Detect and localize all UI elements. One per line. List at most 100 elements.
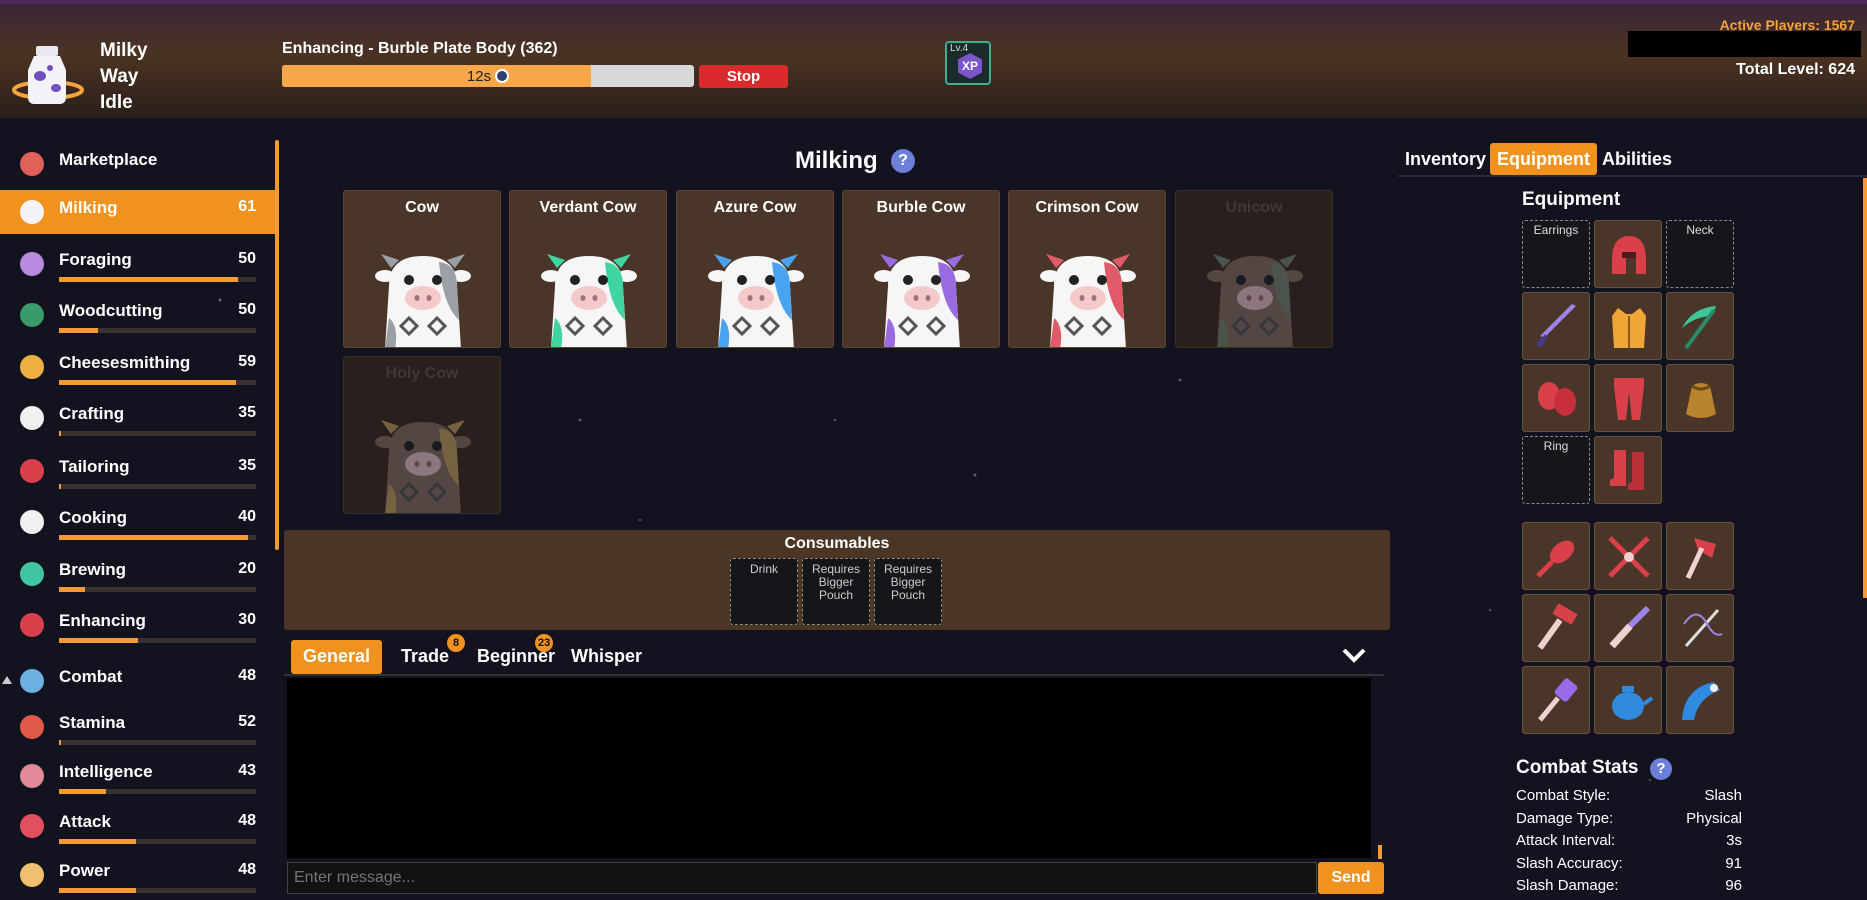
collapse-triangle-icon[interactable]	[2, 676, 12, 684]
tab-whisper[interactable]: Whisper	[559, 640, 654, 674]
xp-boost-badge[interactable]: Lv.4 XP	[945, 41, 991, 85]
help-icon[interactable]: ?	[1650, 758, 1672, 780]
cow-icon	[708, 254, 804, 347]
sidebar-item-enhancing[interactable]: Enhancing 30	[0, 603, 275, 647]
ring-slot[interactable]: Ring	[1522, 436, 1590, 504]
sidebar-scrollbar[interactable]	[275, 140, 279, 550]
send-button[interactable]: Send	[1318, 862, 1384, 894]
tab-equipment[interactable]: Equipment	[1490, 143, 1597, 175]
sidebar-item-label: Stamina	[59, 713, 126, 732]
crafting-tool-slot[interactable]	[1594, 594, 1662, 662]
sidebar-item-milking[interactable]: Milking 61	[0, 190, 275, 234]
tab-trade[interactable]: Trade 8	[389, 634, 465, 674]
tab-general[interactable]: General	[291, 640, 383, 674]
sidebar-item-label: Power	[59, 861, 111, 880]
foraging-tool-slot[interactable]	[1594, 522, 1662, 590]
locked-slot[interactable]: Requires Bigger Pouch	[802, 558, 870, 625]
right-panel-tabs: Inventory Equipment Abilities	[1398, 143, 1867, 177]
sidebar-item-label: Tailoring	[59, 457, 130, 476]
cooking-tool-slot[interactable]	[1522, 666, 1590, 734]
slot-label: Ring	[1543, 439, 1569, 453]
woodcutting-tool-slot[interactable]	[1666, 522, 1734, 590]
app-name: Milky Way Idle	[100, 40, 148, 113]
cow-card-azure-cow[interactable]: Azure Cow	[676, 190, 834, 348]
cow-name: Crimson Cow	[1035, 199, 1139, 216]
cow-name: Verdant Cow	[539, 199, 637, 216]
cow-card-verdant-cow[interactable]: Verdant Cow	[509, 190, 667, 348]
sidebar-item-intelligence[interactable]: Intelligence 43	[0, 754, 275, 798]
chat-message-input[interactable]	[287, 862, 1317, 894]
right-panel-scrollbar[interactable]	[1863, 178, 1867, 598]
head-slot[interactable]	[1594, 220, 1662, 288]
sidebar-item-stamina[interactable]: Stamina 52	[0, 705, 275, 749]
action-progress-label: 12s	[282, 68, 694, 85]
pouch-icon	[1686, 383, 1716, 418]
milk-bottle-logo-icon	[12, 46, 84, 104]
purple-chisel-icon	[1609, 605, 1651, 649]
off-hand-slot[interactable]	[1666, 292, 1734, 360]
xp-hexagon-icon: XP	[958, 53, 982, 79]
tailoring-tool-slot[interactable]	[1666, 594, 1734, 662]
tab-inventory[interactable]: Inventory	[1398, 143, 1493, 175]
total-level: Total Level: 624	[1736, 61, 1855, 78]
cow-card-holy-cow[interactable]: Holy Cow	[343, 356, 501, 514]
sidebar-item-tailoring[interactable]: Tailoring 35	[0, 449, 275, 493]
sidebar-item-combat[interactable]: Combat 48	[0, 659, 275, 703]
body-slot[interactable]	[1594, 292, 1662, 360]
crossed-swords-icon	[16, 665, 48, 697]
tab-abilities[interactable]: Abilities	[1595, 143, 1679, 175]
sidebar-item-power[interactable]: Power 48	[0, 853, 275, 897]
current-action-title: Enhancing - Burble Plate Body (362)	[282, 40, 558, 57]
red-plate-legs-icon	[1614, 378, 1644, 420]
skill-xp-bar	[59, 328, 256, 333]
sidebar-item-cooking[interactable]: Cooking 40	[0, 500, 275, 544]
cow-card-crimson-cow[interactable]: Crimson Cow	[1008, 190, 1166, 348]
brewing-tool-slot[interactable]	[1594, 666, 1662, 734]
sidebar-item-crafting[interactable]: Crafting 35	[0, 396, 275, 440]
red-brush-icon	[1536, 540, 1575, 578]
action-progress-bar: 12s	[282, 65, 694, 87]
cow-icon	[874, 254, 970, 347]
skill-xp-fill	[59, 431, 61, 436]
milking-tool-slot[interactable]	[1522, 522, 1590, 590]
sidebar-item-attack[interactable]: Attack 48	[0, 804, 275, 848]
sidebar-item-foraging[interactable]: Foraging 50	[0, 242, 275, 286]
main-hand-slot[interactable]	[1522, 292, 1590, 360]
hands-slot[interactable]	[1522, 364, 1590, 432]
sidebar-item-brewing[interactable]: Brewing 20	[0, 552, 275, 596]
tab-beginner[interactable]: Beginner 23	[465, 634, 567, 674]
chat-messages-area[interactable]	[287, 678, 1371, 858]
feet-slot[interactable]	[1594, 436, 1662, 504]
drink-slot[interactable]: Drink	[730, 558, 798, 625]
sidebar-item-cheesesmithing[interactable]: Cheesesmithing 59	[0, 345, 275, 389]
chevron-down-icon[interactable]	[1341, 645, 1367, 665]
red-shears-icon	[1608, 536, 1650, 578]
cow-icon	[541, 254, 637, 347]
cow-card-cow[interactable]: Cow	[343, 190, 501, 348]
earrings-slot[interactable]: Earrings	[1522, 220, 1590, 288]
chat-scrollbar[interactable]	[1378, 845, 1382, 859]
tree-icon	[16, 299, 48, 331]
sidebar-item-label: Combat	[59, 667, 123, 686]
skill-xp-bar	[59, 277, 256, 282]
sidebar-item-label: Milking	[59, 198, 118, 217]
skill-xp-fill	[59, 638, 138, 643]
pouch-slot[interactable]	[1666, 364, 1734, 432]
sidebar-item-marketplace[interactable]: Marketplace	[0, 142, 275, 186]
legs-slot[interactable]	[1594, 364, 1662, 432]
help-icon[interactable]: ?	[891, 149, 915, 173]
sidebar-item-woodcutting[interactable]: Woodcutting 50	[0, 293, 275, 337]
sidebar-item-label: Brewing	[59, 560, 127, 579]
cow-card-burble-cow[interactable]: Burble Cow	[842, 190, 1000, 348]
cow-card-unicow[interactable]: Unicow	[1175, 190, 1333, 348]
consumables-title: Consumables	[784, 535, 890, 552]
blue-teapot-icon	[1612, 686, 1654, 720]
needle-thread-icon	[1683, 609, 1723, 647]
enhancing-tool-slot[interactable]	[1666, 666, 1734, 734]
cheesesmithing-tool-slot[interactable]	[1522, 594, 1590, 662]
locked-slot[interactable]: Requires Bigger Pouch	[874, 558, 942, 625]
stop-button[interactable]: Stop	[699, 65, 788, 88]
neck-slot[interactable]: Neck	[1666, 220, 1734, 288]
cow-name: Holy Cow	[385, 365, 459, 382]
slot-label: Requires Bigger Pouch	[883, 562, 933, 602]
